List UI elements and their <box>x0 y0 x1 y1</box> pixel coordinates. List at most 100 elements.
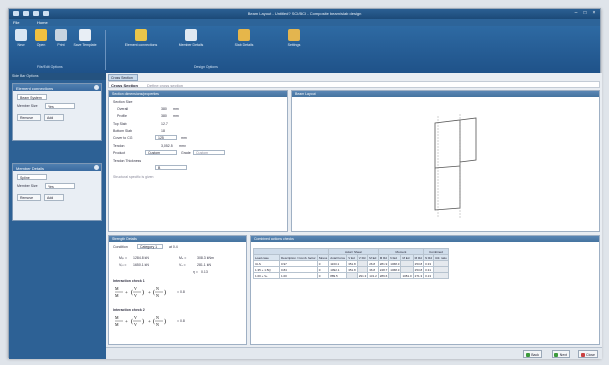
maximize-icon[interactable]: □ <box>581 10 589 17</box>
condition-select[interactable]: Category 1 <box>137 244 163 249</box>
formula-graphic: MM + (VV) + (NN) <box>115 286 166 298</box>
template-icon <box>79 29 91 41</box>
slab-details-button[interactable]: Slab Details <box>227 29 261 63</box>
product-select[interactable]: Custom <box>145 150 177 155</box>
beam-stub <box>459 117 477 163</box>
collapse-icon[interactable] <box>94 85 99 90</box>
add-button[interactable]: Add <box>44 114 64 121</box>
thickness-select[interactable]: B <box>155 165 187 170</box>
strength-value: 281.1 kN <box>197 263 212 267</box>
interaction-formula: MM + (V V) + (N N) <box>115 314 175 329</box>
check-title: Interaction check 2 <box>113 308 145 312</box>
close-icon[interactable]: × <box>590 10 598 17</box>
section-name: Cross Section <box>111 83 138 88</box>
condition-extra: at 0.4 <box>169 245 178 249</box>
svg-text:+: + <box>148 291 151 296</box>
title-bar: Beam Layout - Untitled? SCI/BCI - Compos… <box>9 9 600 19</box>
member-size-label: Member Size <box>17 104 38 108</box>
member-details-button[interactable]: Member Details <box>174 29 208 63</box>
check-result: = 0.8 <box>177 319 185 323</box>
svg-text:): ) <box>164 289 166 296</box>
connection-icon <box>135 29 147 41</box>
beam-division <box>434 165 461 169</box>
save-template-button[interactable]: Save Template <box>71 29 99 63</box>
left-sidebar: Side Bar Options Element connections Bea… <box>9 73 106 359</box>
table-row[interactable]: 1.00 + Vₑ 1.00 0 889.5 291.3 131.2 289.6… <box>253 272 449 279</box>
ribbon-group-design: Design Options <box>194 65 218 69</box>
prop-label: Bottom Slab <box>113 129 133 133</box>
spline-select[interactable]: Spline <box>17 174 47 180</box>
print-button[interactable]: Print <box>49 29 73 63</box>
svg-text:N: N <box>156 293 159 298</box>
svg-text:V: V <box>134 322 137 327</box>
svg-text:M: M <box>115 293 119 298</box>
strength-symbol: Mₚₗ = <box>119 256 128 260</box>
tab-cross-section[interactable]: Cross Section <box>108 74 138 81</box>
strength-symbol: Mᵤ = <box>179 256 187 260</box>
settings-button[interactable]: Settings <box>279 29 309 63</box>
prop-value: 3,052.5 <box>161 144 173 148</box>
remove-button[interactable]: Remove <box>17 114 41 121</box>
beam-layout-drawing <box>434 114 477 218</box>
slab-icon <box>238 29 250 41</box>
menu-bar: File Home <box>9 19 600 26</box>
props-note: Structural specific is given <box>113 175 154 179</box>
svg-text:(: ( <box>153 318 155 325</box>
strength-symbol: Vᵤ = <box>179 263 186 267</box>
collapse-icon[interactable] <box>94 165 99 170</box>
prop-label: Cover to CG <box>113 136 133 140</box>
prop-value: 380 <box>161 107 167 111</box>
card-header: Member Details <box>13 164 101 171</box>
prop-unit: mm <box>173 114 179 118</box>
cover-input[interactable]: 125 <box>155 135 177 140</box>
svg-text:M: M <box>115 286 119 291</box>
add-button[interactable]: Add <box>44 194 64 201</box>
strength-value: 0.13 <box>201 270 208 274</box>
window-title: Beam Layout - Untitled? SCI/BCI - Compos… <box>247 11 362 16</box>
element-connections-button[interactable]: Element connections <box>121 29 161 63</box>
svg-text:V: V <box>134 293 137 298</box>
beam-layout-panel: Beam Layout <box>291 90 600 232</box>
combined-checks-panel: Combined actions checks Axial / Shear Mo… <box>250 235 600 345</box>
next-icon <box>554 352 559 357</box>
close-icon <box>580 352 585 357</box>
prop-label: Tendon Thickness <box>113 159 142 163</box>
beam-system-select[interactable]: Beam System <box>17 94 47 100</box>
strength-value: 1650.1 kN <box>133 263 149 267</box>
svg-text:+: + <box>125 291 128 296</box>
member-details-card: Member Details Spline Member Size Yes Re… <box>12 163 102 221</box>
check-title: Interaction check 1 <box>113 279 145 283</box>
svg-text:M: M <box>115 322 119 327</box>
interaction-formula: MM + (V V) + (N N) <box>115 285 175 300</box>
grade-input[interactable]: Custom <box>193 150 225 155</box>
name-bar: Cross Section Define cross section <box>108 81 600 88</box>
remove-button[interactable]: Remove <box>17 194 41 201</box>
svg-text:V: V <box>134 315 137 320</box>
svg-text:+: + <box>148 320 151 325</box>
element-connections-card: Element connections Beam System Member S… <box>12 83 102 141</box>
section-properties-panel: Section dimensions/properties Section Si… <box>108 90 288 232</box>
next-button[interactable]: Next <box>551 350 570 358</box>
menu-file[interactable]: File <box>13 20 19 25</box>
member-size-select[interactable]: Yes <box>45 103 75 109</box>
condition-label: Condition <box>113 245 128 249</box>
member-icon <box>185 29 197 41</box>
back-button[interactable]: Back <box>523 350 542 358</box>
prop-value: 12.7 <box>161 122 168 126</box>
svg-text:V: V <box>134 286 137 291</box>
svg-text:): ) <box>164 318 166 325</box>
panel-header: Strength Details <box>109 236 246 242</box>
close-button[interactable]: Close <box>578 350 598 358</box>
minimize-icon[interactable]: – <box>572 10 580 17</box>
formula-graphic: MM + (VV) + (NN) <box>115 315 166 327</box>
beam-outline <box>434 119 461 211</box>
panel-header: Combined actions checks <box>251 236 599 242</box>
settings-icon <box>288 29 300 41</box>
menu-home[interactable]: Home <box>37 20 48 25</box>
back-icon <box>525 352 530 357</box>
member-size-select[interactable]: Yes <box>45 183 75 189</box>
svg-text:N: N <box>156 315 159 320</box>
prop-label: Top Slab <box>113 122 127 126</box>
strength-symbol: η = <box>193 270 198 274</box>
card-header: Element connections <box>13 84 101 91</box>
